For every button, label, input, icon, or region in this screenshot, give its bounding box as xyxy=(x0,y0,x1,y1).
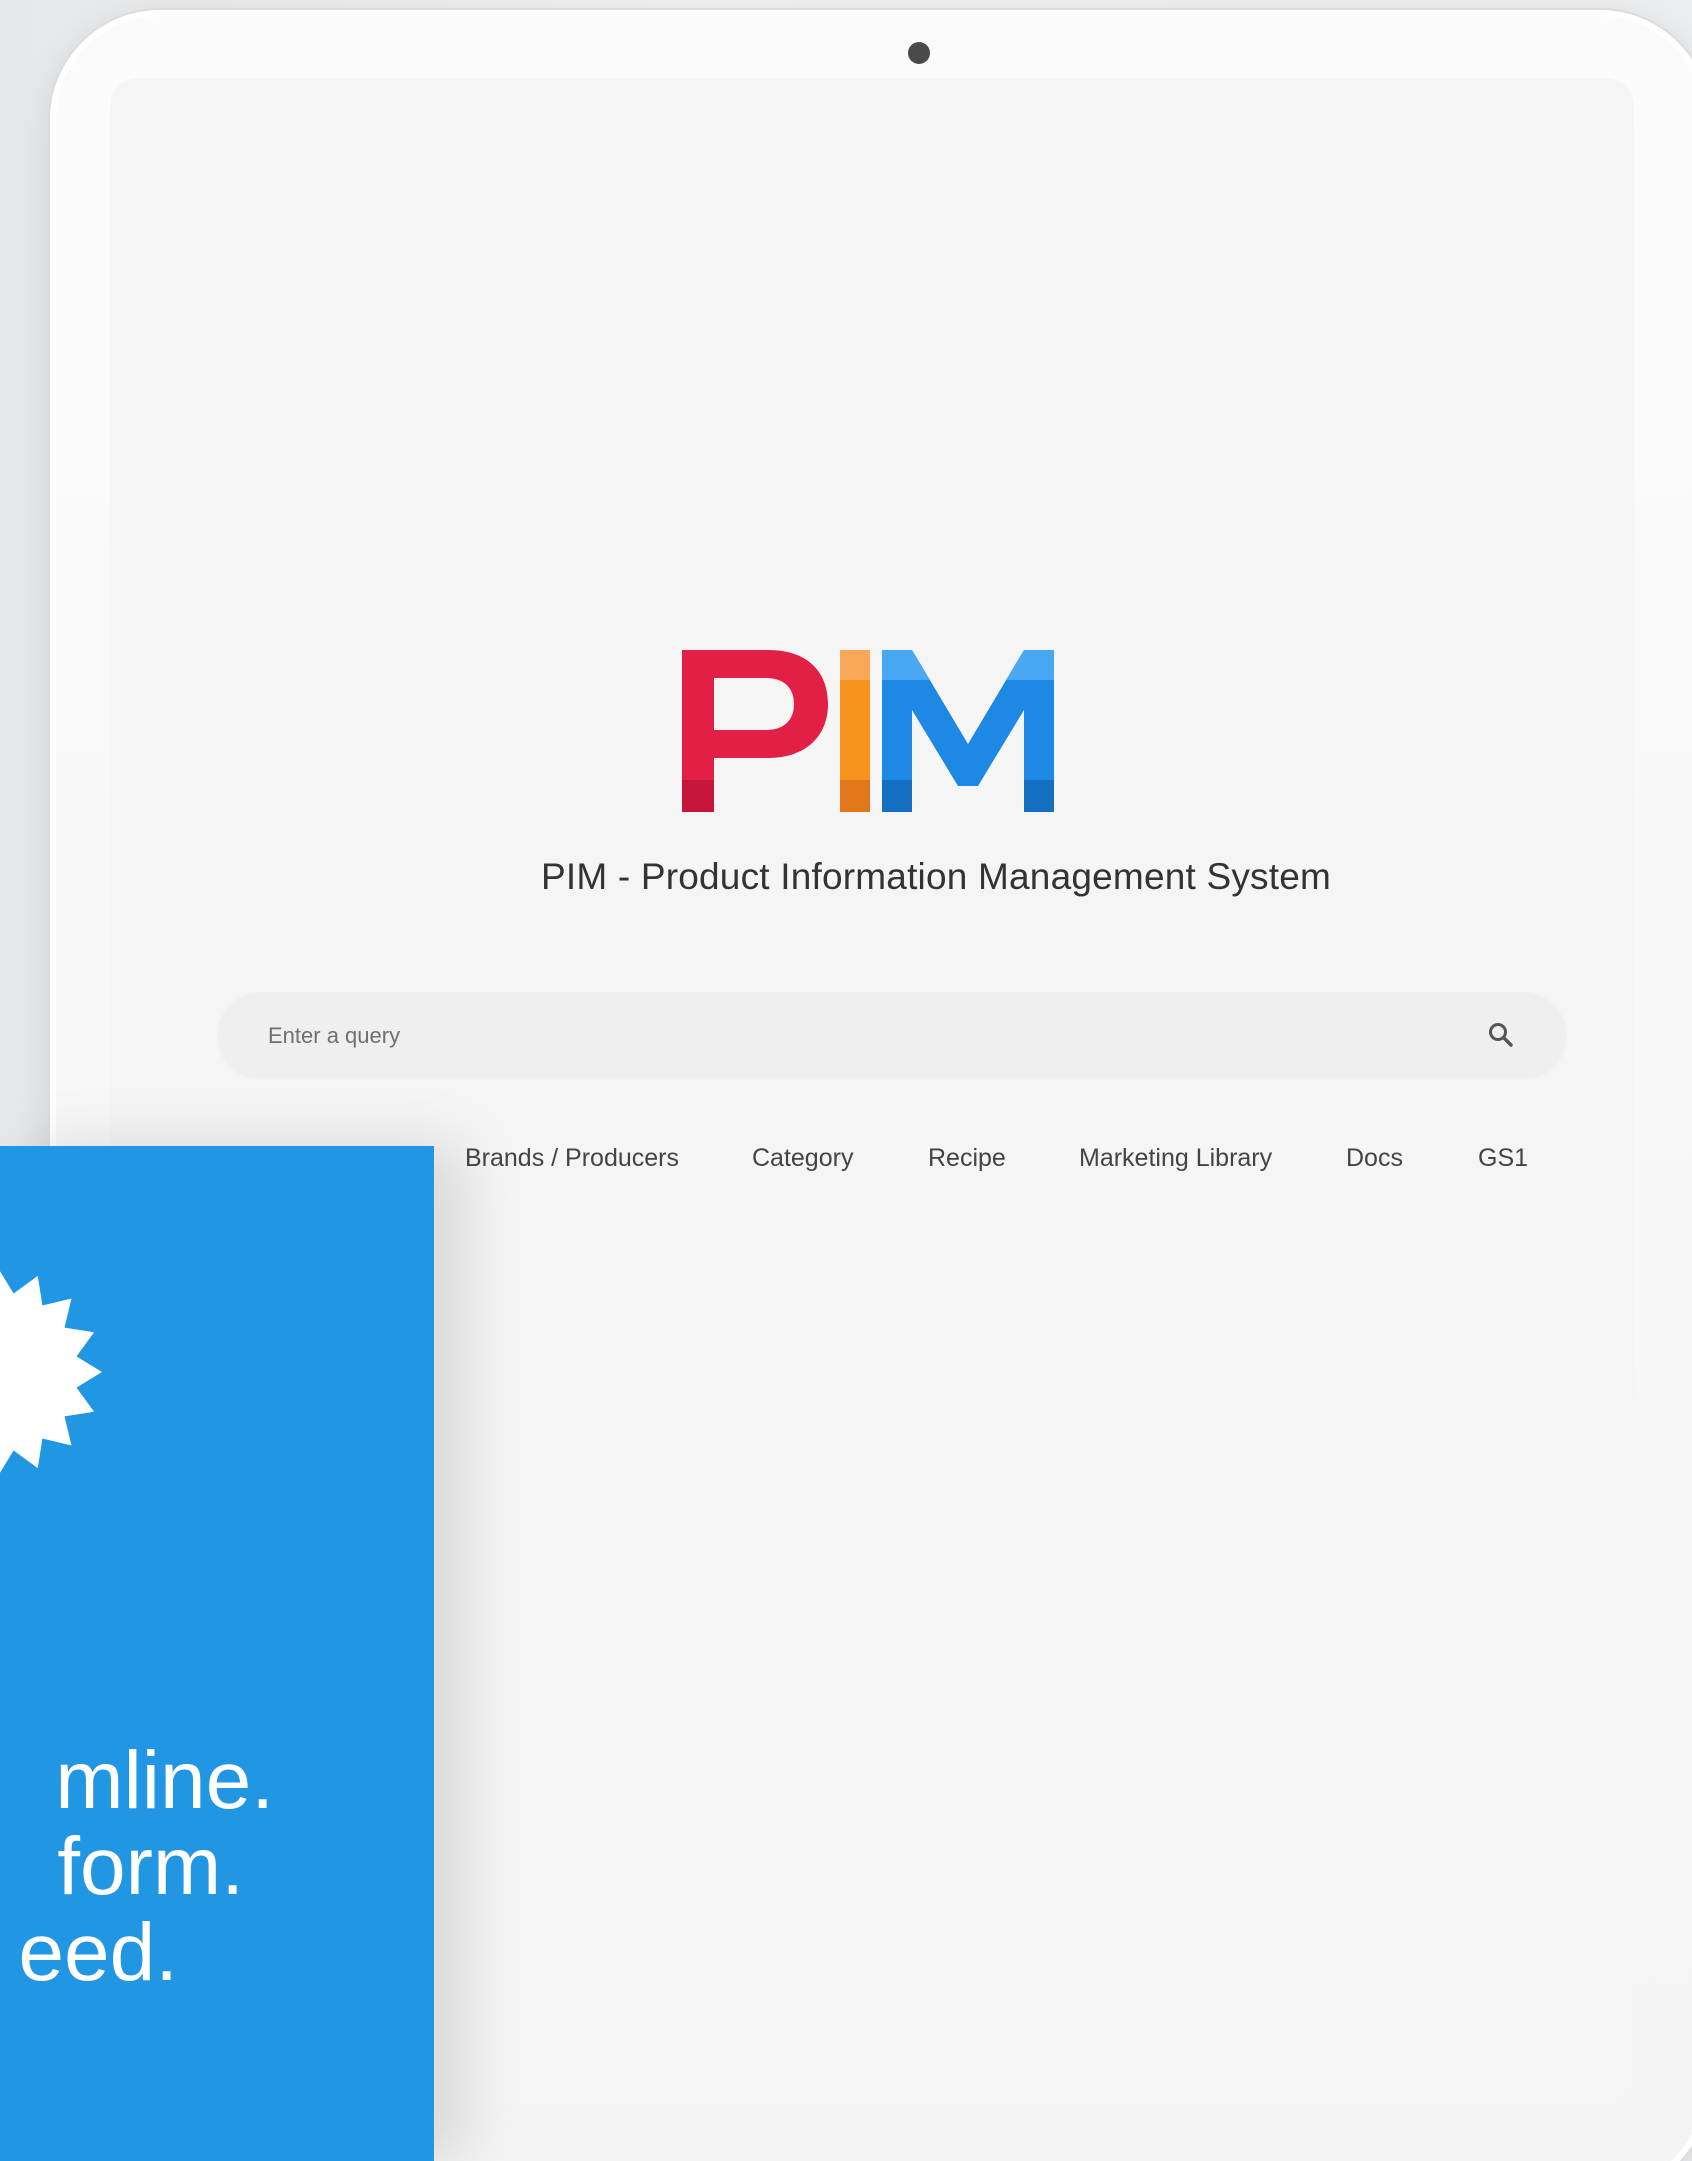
page-background: PIM - Product Information Management Sys… xyxy=(0,0,1692,2161)
nav-link-docs[interactable]: Docs xyxy=(1346,1144,1403,1173)
search-input[interactable] xyxy=(266,992,1450,1080)
camera-dot xyxy=(908,42,930,64)
nav-link-category[interactable]: Category xyxy=(752,1144,853,1173)
subtitle-text: PIM - Product Information Management Sys… xyxy=(540,856,1332,897)
nav-link-marketing-library[interactable]: Marketing Library xyxy=(1079,1144,1272,1173)
pim-logo xyxy=(682,650,1054,812)
search-bar xyxy=(218,992,1566,1080)
page-subtitle: PIM - Product Information Management Sys… xyxy=(0,856,1692,898)
promo-text-block: mline. form. eed. xyxy=(0,1720,434,2161)
search-icon[interactable] xyxy=(1486,1020,1516,1050)
nav-link-gs1[interactable]: GS1 xyxy=(1478,1144,1528,1173)
gear-icon xyxy=(0,1271,102,1473)
promo-line: eed. xyxy=(18,1907,178,1998)
promo-line: mline. xyxy=(55,1735,274,1826)
nav-link-recipe[interactable]: Recipe xyxy=(928,1144,1006,1173)
nav-link-brands-producers[interactable]: Brands / Producers xyxy=(465,1144,679,1173)
promo-line: form. xyxy=(57,1821,244,1912)
